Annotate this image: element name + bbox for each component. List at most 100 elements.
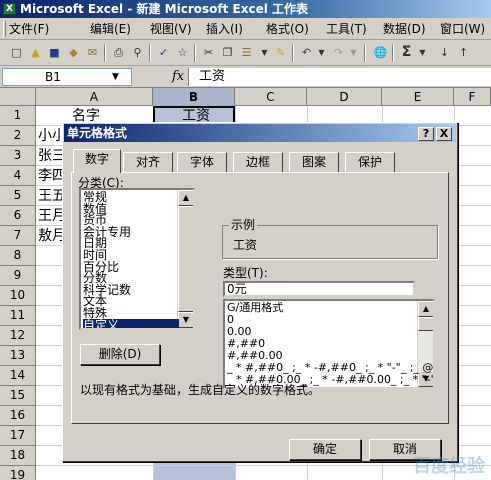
scroll-down-icon[interactable]: ▼: [178, 312, 193, 328]
excel-app-icon[interactable]: X: [3, 3, 16, 15]
tab-number[interactable]: 数字: [73, 149, 121, 173]
menu-file[interactable]: 文件(F): [9, 21, 49, 37]
paste-icon[interactable]: ☰: [238, 44, 255, 61]
menu-format[interactable]: 格式(O): [266, 21, 309, 37]
window-title-text: Microsoft Excel - 新建 Microsoft Excel 工作表: [20, 2, 309, 16]
print-preview-icon[interactable]: ⚲: [129, 44, 146, 61]
tab-font[interactable]: 字体: [177, 152, 227, 172]
row-header[interactable]: 7: [0, 226, 36, 246]
row-header[interactable]: 10: [0, 286, 36, 306]
delete-button[interactable]: 删除(D): [80, 344, 160, 365]
column-header-d[interactable]: D: [307, 88, 382, 106]
row-header[interactable]: 19: [0, 466, 36, 480]
menu-view[interactable]: 视图(V): [150, 21, 192, 37]
autosum-dropdown-icon[interactable]: ▼: [414, 44, 431, 61]
undo-dropdown-icon[interactable]: ▼: [313, 44, 330, 61]
dialog-title-bar[interactable]: 单元格格式 ? X: [64, 124, 456, 142]
tab-border[interactable]: 边框: [233, 152, 283, 172]
description-text: 以现有格式为基础，生成自定义的数字格式。: [80, 383, 321, 397]
row-header[interactable]: 16: [0, 406, 36, 426]
print-icon[interactable]: ⎙: [110, 44, 127, 61]
menu-data[interactable]: 数据(D): [383, 21, 426, 37]
column-header-c[interactable]: C: [235, 88, 307, 106]
close-button[interactable]: X: [436, 127, 452, 141]
save-icon[interactable]: ■: [46, 44, 63, 61]
number-tab-panel: 分类(C): ▲ ▼ 常规 数值 货币 会计专用 日期 时间 百分比 分数 科学记数 文本 特殊 自定…: [71, 172, 449, 424]
copy-icon[interactable]: ❐: [219, 44, 236, 61]
scroll-up-icon[interactable]: ▲: [418, 301, 433, 317]
menu-grip: [3, 21, 6, 37]
research-icon[interactable]: ☆: [174, 44, 191, 61]
type-input[interactable]: 0元: [223, 281, 415, 297]
sort-ascending-icon[interactable]: ↓: [436, 44, 453, 61]
sample-value: 工资: [233, 238, 258, 252]
column-header-b[interactable]: B: [153, 88, 235, 106]
watermark: 百度经验: [413, 456, 485, 477]
formula-bar: B1 ▼ fx 工资: [0, 66, 491, 88]
tab-patterns[interactable]: 图案: [289, 152, 339, 172]
tab-protection[interactable]: 保护: [345, 152, 395, 172]
help-button[interactable]: ?: [418, 127, 434, 141]
toolbar-separator: [392, 44, 394, 62]
row-header[interactable]: 15: [0, 386, 36, 406]
open-icon[interactable]: ▲: [27, 44, 44, 61]
new-icon[interactable]: □: [8, 44, 25, 61]
category-list[interactable]: ▲ ▼ 常规 数值 货币 会计专用 日期 时间 百分比 分数 科学记数 文本 特殊 自定义: [79, 188, 195, 330]
insert-function-icon[interactable]: fx: [172, 68, 184, 86]
toolbar-separator: [364, 44, 366, 62]
cut-icon[interactable]: ✂: [200, 44, 217, 61]
dialog-title: 单元格格式: [67, 126, 128, 140]
menu-edit[interactable]: 编辑(E): [90, 21, 131, 37]
scroll-thumb[interactable]: [178, 206, 193, 312]
toolbar-separator: [104, 44, 106, 62]
format-painter-icon[interactable]: ✎: [272, 44, 289, 61]
menu-insert[interactable]: 插入(I): [206, 21, 243, 37]
window-title: Microsoft Excel - 新建 Microsoft Excel 工作表: [0, 0, 491, 18]
autosum-icon[interactable]: Σ: [398, 44, 415, 61]
menu-tools[interactable]: 工具(T): [326, 21, 367, 37]
column-headers: A B C D E F: [0, 88, 491, 106]
row-header[interactable]: 5: [0, 186, 36, 206]
category-item[interactable]: 自定义: [83, 318, 179, 328]
category-scrollbar[interactable]: ▲ ▼: [177, 190, 193, 328]
row-header[interactable]: 2: [0, 126, 36, 146]
row-header[interactable]: 13: [0, 346, 36, 366]
name-box-dropdown-icon[interactable]: ▼: [112, 72, 119, 82]
spelling-icon[interactable]: ✓: [155, 44, 172, 61]
format-cells-dialog: 单元格格式 ? X 数字 对齐 字体 边框 图案 保护 分类(C): ▲ ▼ 常…: [62, 122, 458, 462]
menu-window[interactable]: 窗口(W): [440, 21, 485, 37]
column-header-f[interactable]: F: [454, 88, 491, 106]
row-header[interactable]: 11: [0, 306, 36, 326]
menu-bar: 文件(F) 编辑(E) 视图(V) 插入(I) 格式(O) 工具(T) 数据(D…: [0, 18, 491, 40]
email-icon[interactable]: ✉: [84, 44, 101, 61]
scroll-up-icon[interactable]: ▲: [178, 190, 193, 206]
permission-icon[interactable]: ◆: [65, 44, 82, 61]
row-header[interactable]: 1: [0, 106, 36, 126]
column-header-e[interactable]: E: [382, 88, 454, 106]
standard-toolbar: □ ▲ ■ ◆ ✉ ⎙ ⚲ ✓ ☆ ✂ ❐ ☰ ▼ ✎ ↶ ▼ ↷ ▼ 🌐 Σ …: [0, 40, 491, 66]
row-header[interactable]: 17: [0, 426, 36, 446]
column-header-a[interactable]: A: [36, 88, 153, 106]
row-header[interactable]: 12: [0, 326, 36, 346]
sample-label: 示例: [229, 218, 258, 232]
format-list[interactable]: ▲ ▼ G/通用格式 0 0.00 #,##0 #,##0.00 _ * #,##0_ ;…: [223, 299, 435, 389]
row-header[interactable]: 4: [0, 166, 36, 186]
sort-descending-icon[interactable]: ↑: [455, 44, 472, 61]
tab-alignment[interactable]: 对齐: [123, 152, 173, 172]
formula-input[interactable]: 工资: [188, 68, 491, 86]
select-all-button[interactable]: [0, 88, 36, 106]
paste-dropdown-icon[interactable]: ▼: [256, 44, 273, 61]
row-header[interactable]: 9: [0, 266, 36, 286]
row-header[interactable]: 14: [0, 366, 36, 386]
row-header[interactable]: 3: [0, 146, 36, 166]
redo-dropdown-icon[interactable]: ▼: [345, 44, 362, 61]
row-header[interactable]: 18: [0, 446, 36, 466]
toolbar-separator: [292, 44, 294, 62]
row-header[interactable]: 6: [0, 206, 36, 226]
scroll-thumb[interactable]: [418, 317, 433, 331]
format-item[interactable]: G/通用格式: [227, 302, 283, 314]
type-label: 类型(T):: [223, 266, 268, 280]
ok-button[interactable]: 确定: [289, 439, 361, 460]
row-header[interactable]: 8: [0, 246, 36, 266]
hyperlink-icon[interactable]: 🌐: [372, 44, 389, 61]
